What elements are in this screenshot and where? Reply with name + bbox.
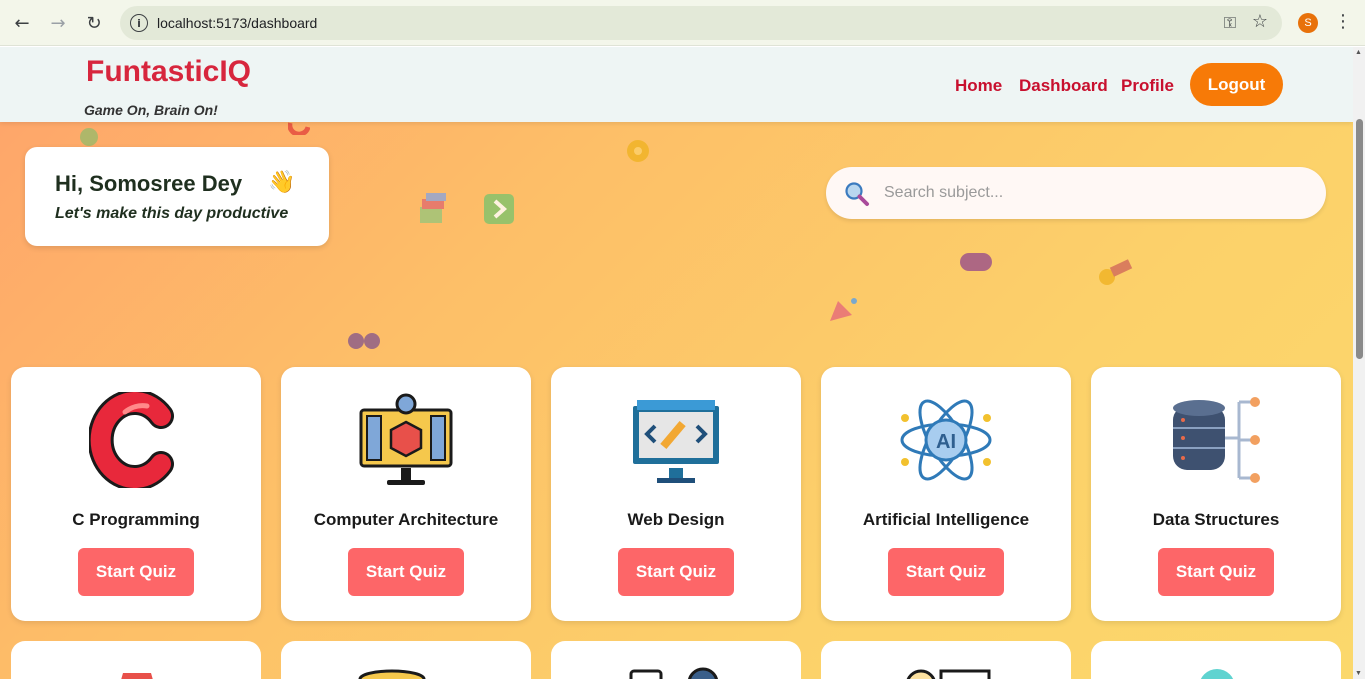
web-design-icon: [633, 400, 719, 483]
dashboard-page: FuntasticIQ Game On, Brain On! Home Dash…: [0, 47, 1353, 679]
greeting-title: Hi, Somosree Dey: [55, 171, 243, 196]
scroll-up-icon[interactable]: ▲: [1355, 49, 1362, 56]
books-icon: [420, 193, 446, 223]
forward-arrow-icon[interactable]: →: [46, 11, 70, 35]
subject-card: AI Artificial Intelligence Start Quiz: [821, 367, 1071, 621]
subject-card: Computer Architecture Start Quiz: [281, 367, 531, 621]
nav-dashboard[interactable]: Dashboard: [1019, 76, 1108, 96]
start-quiz-button[interactable]: Start Quiz: [618, 548, 734, 596]
computer-architecture-icon: [359, 393, 453, 485]
info-icon[interactable]: i: [130, 14, 148, 32]
network-icon: [629, 667, 718, 679]
subject-card: Web Design Start Quiz: [551, 367, 801, 621]
subject-card-partial: [821, 641, 1071, 679]
nav-home[interactable]: Home: [955, 76, 1002, 96]
scroll-down-icon[interactable]: ▼: [1355, 670, 1362, 677]
browser-toolbar: ← → ↻ i localhost:5173/dashboard ⚿ ☆ S ⋮: [0, 0, 1365, 46]
search-icon: [845, 182, 869, 206]
subject-card-partial: [1091, 641, 1341, 679]
gamepad-icon: [960, 253, 992, 271]
star-icon[interactable]: ☆: [1252, 11, 1268, 32]
nav-profile[interactable]: Profile: [1121, 76, 1174, 96]
subject-title: C Programming: [72, 510, 200, 529]
logout-button[interactable]: Logout: [1190, 63, 1283, 106]
subject-card-partial: [551, 641, 801, 679]
site-header: FuntasticIQ Game On, Brain On! Home Dash…: [0, 47, 1353, 122]
start-quiz-button[interactable]: Start Quiz: [888, 548, 1004, 596]
database-icon: [358, 669, 426, 679]
idea-icon: [906, 669, 991, 679]
gear-icon: [627, 140, 649, 162]
ai-atom-icon: AI: [900, 399, 992, 481]
greeting-card: Hi, Somosree Dey 👋 Let's make this day p…: [25, 147, 329, 246]
more-menu-icon[interactable]: ⋮: [1334, 11, 1352, 32]
start-quiz-button[interactable]: Start Quiz: [78, 548, 194, 596]
c-letter-icon: [89, 392, 174, 488]
profile-avatar[interactable]: S: [1298, 13, 1318, 33]
gear-icon: [121, 673, 153, 679]
donut-icon: [288, 122, 310, 135]
trumpet-icon: [1099, 259, 1133, 285]
url-text[interactable]: localhost:5173/dashboard: [157, 15, 317, 31]
search-bar[interactable]: [826, 167, 1326, 219]
scroll-thumb[interactable]: [1356, 119, 1363, 359]
start-quiz-button[interactable]: Start Quiz: [1158, 548, 1274, 596]
start-quiz-button[interactable]: Start Quiz: [348, 548, 464, 596]
greeting-subtitle: Let's make this day productive: [55, 205, 289, 222]
search-input[interactable]: [884, 177, 1304, 209]
teal-icon: [1200, 669, 1234, 679]
puzzle-icon: [80, 128, 98, 146]
subject-title: Artificial Intelligence: [862, 510, 1030, 529]
svg-text:AI: AI: [936, 431, 956, 453]
waving-hand-icon: 👋: [268, 170, 296, 195]
subject-card-partial: [11, 641, 261, 679]
address-bar[interactable]: i localhost:5173/dashboard ⚿ ☆: [120, 6, 1282, 40]
subject-title: Computer Architecture: [313, 510, 499, 529]
page-scrollbar[interactable]: ▲ ▼: [1353, 47, 1365, 679]
subject-card: C Programming Start Quiz: [11, 367, 261, 621]
back-arrow-icon[interactable]: ←: [10, 11, 34, 35]
binoculars-icon: [348, 333, 380, 349]
tagline: Game On, Brain On!: [84, 102, 218, 118]
brand-logo[interactable]: FuntasticIQ: [86, 55, 251, 89]
party-popper-icon: [830, 298, 857, 321]
reload-icon[interactable]: ↻: [82, 11, 106, 35]
next-arrow-icon: [484, 194, 514, 224]
subject-title: Data Structures: [1152, 510, 1280, 529]
subject-title: Web Design: [627, 510, 725, 529]
key-icon[interactable]: ⚿: [1224, 13, 1236, 33]
database-tree-icon: [1173, 397, 1260, 483]
subject-card: Data Structures Start Quiz: [1091, 367, 1341, 621]
subject-card-partial: [281, 641, 531, 679]
